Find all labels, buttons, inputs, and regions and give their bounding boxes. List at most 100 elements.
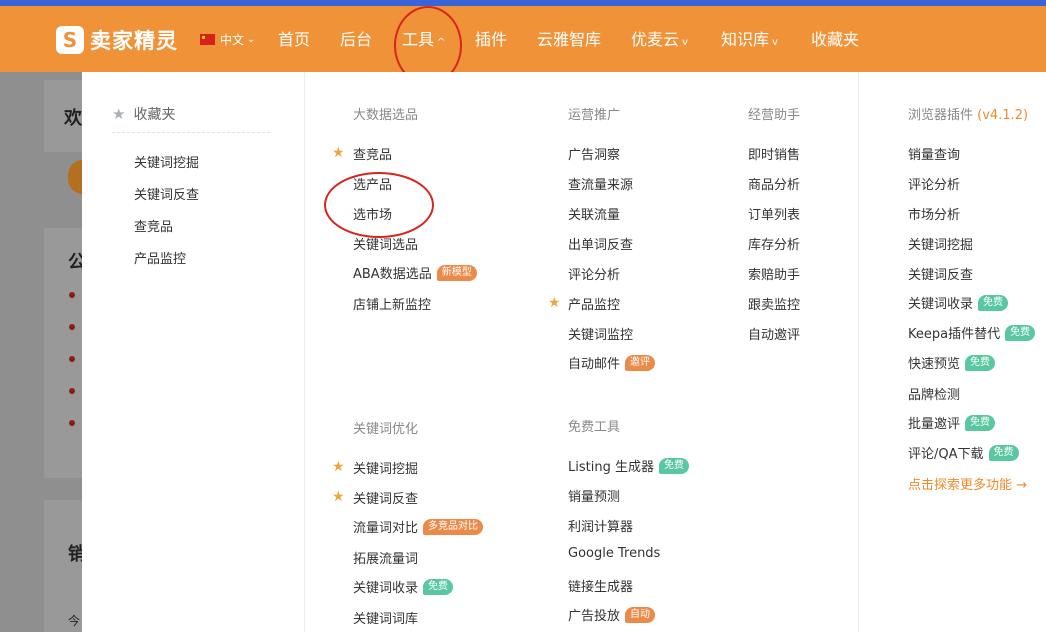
chevron-down-icon: v [772,37,778,48]
section-title-big-data: 大数据选品 [353,108,419,123]
nav-home[interactable]: 首页 [278,28,310,52]
menu-item-label: 批量邀评 [908,417,961,432]
favorite-item[interactable]: 产品监控 [134,248,186,267]
menu-item-store-new-monitor[interactable]: 店铺上新监控 [353,294,431,313]
menu-item-keyword-library[interactable]: 关键词词库 [353,608,418,627]
menu-item-auto-email[interactable]: 自动邮件 邀评 [568,353,656,372]
menu-item-ad-placement[interactable]: 广告投放 自动 [568,605,656,624]
brand-logo[interactable]: S 卖家精灵 [56,24,178,56]
language-label: 中文 [220,33,245,47]
menu-item-aba-selection[interactable]: ABA数据选品 新模型 [353,263,477,282]
menu-item-ad-insight[interactable]: 广告洞察 [568,144,620,163]
menu-item-order-keyword-lookup[interactable]: 出单词反查 [568,234,633,253]
menu-item-google-trends[interactable]: Google Trends [568,546,660,561]
favorite-item[interactable]: 关键词挖掘 [134,152,199,171]
menu-item-instant-sales[interactable]: 即时销售 [748,144,800,163]
ext-item-keyword-index[interactable]: 关键词收录 免费 [908,293,1009,312]
nav-yunya[interactable]: 云雅智库 [537,28,601,52]
extension-version: (v4.1.2) [977,108,1029,123]
free-badge: 免费 [978,294,1009,311]
ext-item-sales-query[interactable]: 销量查询 [908,144,960,163]
ext-item-keyword-mining[interactable]: 关键词挖掘 [908,234,973,253]
nav-knowledge[interactable]: 知识库 v [721,28,778,52]
top-strip [0,0,1046,6]
ext-item-bulk-invite-review[interactable]: 批量邀评 免费 [908,413,996,432]
menu-item-keyword-monitor[interactable]: 关键词监控 [568,324,633,343]
menu-item-product-analysis[interactable]: 商品分析 [748,174,800,193]
menu-item-sales-forecast[interactable]: 销量预测 [568,486,620,505]
favorites-column: ★ 收藏夹 关键词挖掘 关键词反查 查竞品 产品监控 [82,72,305,632]
extension-column: 浏览器插件 (v4.1.2) 销量查询 评论分析 市场分析 关键词挖掘 关键词反… [858,72,1046,632]
brand-name: 卖家精灵 [90,29,178,53]
free-badge: 免费 [988,444,1019,461]
menu-item-related-traffic[interactable]: 关联流量 [568,204,620,223]
menu-item-hijack-monitor[interactable]: 跟卖监控 [748,294,800,313]
invite-review-badge: 邀评 [625,354,656,371]
language-switcher[interactable]: 中文 ⌄ [200,31,255,48]
favorites-title: ★ 收藏夹 [112,104,175,124]
favorites-title-label: 收藏夹 [133,107,176,123]
section-title-extension: 浏览器插件 (v4.1.2) [908,104,1028,123]
menu-item-traffic-source[interactable]: 查流量来源 [568,174,633,193]
nav-favorites[interactable]: 收藏夹 [811,28,859,52]
menu-item-keyword-index[interactable]: 关键词收录 免费 [353,577,454,596]
menu-item-keyword-mining[interactable]: 关键词挖掘 [353,458,418,477]
menu-item-label: Listing 生成器 [568,460,654,475]
chevron-down-icon: ⌄ [247,34,256,45]
china-flag-icon [200,34,215,45]
bullet-dot [69,324,75,330]
auto-badge: 自动 [625,606,656,623]
free-badge: 免费 [1005,324,1036,341]
menu-item-keyword-reverse[interactable]: 关键词反查 [353,488,418,507]
multi-compare-badge: 多竞品对比 [423,518,484,535]
tools-dropdown-menu: ★ 收藏夹 关键词挖掘 关键词反查 查竞品 产品监控 大数据选品 ★ 查竞品 选… [82,72,1046,632]
ext-item-keyword-reverse[interactable]: 关键词反查 [908,264,973,283]
menu-item-traffic-keyword-compare[interactable]: 流量词对比 多竞品对比 [353,517,484,536]
menu-item-label: 关键词收录 [908,297,974,312]
menu-item-profit-calculator[interactable]: 利润计算器 [568,516,633,535]
explore-more-link[interactable]: 点击探索更多功能 → [908,474,1027,493]
menu-item-listing-generator[interactable]: Listing 生成器 免费 [568,456,689,475]
menu-item-inventory-analysis[interactable]: 库存分析 [748,234,800,253]
ext-item-brand-check[interactable]: 品牌检测 [908,384,960,403]
section-title-operations: 运营推广 [568,108,621,123]
favorite-item[interactable]: 关键词反查 [134,184,199,203]
ext-item-market-analysis[interactable]: 市场分析 [908,204,960,223]
divider [112,132,270,133]
menu-item-order-list[interactable]: 订单列表 [748,204,800,223]
star-icon: ★ [112,105,126,123]
menu-item-label: 评论/QA下载 [908,447,984,462]
menu-item-label: 快速预览 [908,357,961,372]
menu-item-review-analysis[interactable]: 评论分析 [568,264,620,283]
menu-item-label: 自动邮件 [568,357,621,372]
ext-item-keepa-alternative[interactable]: Keepa插件替代 免费 [908,323,1036,342]
menu-item-label: Keepa插件替代 [908,327,1001,342]
ext-item-review-qa-download[interactable]: 评论/QA下载 免费 [908,443,1019,462]
new-model-badge: 新模型 [436,264,477,281]
bullet-dot [69,420,75,426]
menu-item-auto-invite-review[interactable]: 自动邀评 [748,324,800,343]
menu-item-check-competitor[interactable]: 查竞品 [353,144,392,163]
star-icon[interactable]: ★ [332,460,345,474]
menu-item-expand-traffic-keywords[interactable]: 拓展流量词 [353,548,418,567]
bullet-dot [69,356,75,362]
nav-youmaiyun[interactable]: 优麦云 v [631,28,688,52]
selection-highlight-circle [324,172,434,238]
ext-item-review-analysis[interactable]: 评论分析 [908,174,960,193]
nav-plugins[interactable]: 插件 [475,28,507,52]
star-icon[interactable]: ★ [548,296,561,310]
menu-item-link-generator[interactable]: 链接生成器 [568,576,633,595]
ext-item-quick-preview[interactable]: 快速预览 免费 [908,353,996,372]
nav-backend[interactable]: 后台 [340,28,372,52]
star-icon[interactable]: ★ [332,490,345,504]
free-badge: 免费 [658,457,689,474]
menu-item-product-monitor[interactable]: 产品监控 [568,294,620,313]
background-text: 今 [68,614,81,628]
menu-item-claim-assistant[interactable]: 索赔助手 [748,264,800,283]
nav-knowledge-label: 知识库 [721,30,770,49]
section-title-free-tools: 免费工具 [568,420,621,435]
top-nav-bar: S 卖家精灵 中文 ⌄ 首页 后台 工具 ^ 插件 云雅智库 优麦云 v 知识库 v … [0,0,1046,85]
favorite-item[interactable]: 查竞品 [134,216,173,235]
star-icon[interactable]: ★ [332,146,345,160]
menu-item-label: 关键词收录 [353,581,419,596]
